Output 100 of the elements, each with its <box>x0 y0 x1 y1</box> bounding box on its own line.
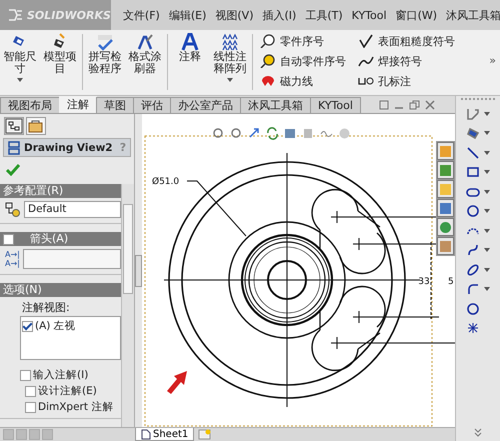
menu-item[interactable]: 沐风工具箱 <box>446 8 500 22</box>
tab[interactable]: 沐风工具箱 <box>240 97 311 113</box>
sketch-icon[interactable] <box>466 106 480 121</box>
close-icon[interactable] <box>425 100 435 110</box>
property-tab-icon[interactable] <box>26 117 46 135</box>
panel-collapse-handle[interactable] <box>135 254 142 286</box>
input-field[interactable] <box>22 249 122 269</box>
tab[interactable]: KYTool <box>310 97 361 113</box>
expand-toolbar-icon[interactable] <box>473 427 483 437</box>
section-header[interactable]: 选项(N) <box>0 283 122 297</box>
auto-balloon-icon <box>260 54 276 68</box>
caret-icon[interactable] <box>484 228 490 233</box>
configuration-dropdown[interactable]: Default <box>24 201 122 218</box>
balloon-icon <box>260 34 276 48</box>
ribbon-button[interactable]: 焊接符号 <box>357 52 456 70</box>
checkbox-label: DimXpert 注解 <box>38 400 114 414</box>
list-item[interactable]: (A) 左视 <box>35 319 76 333</box>
panel-title: Drawing View2 <box>24 142 113 154</box>
scrollbar[interactable] <box>121 184 134 427</box>
caret-icon[interactable] <box>484 268 490 272</box>
weld-symbol-icon <box>358 54 374 68</box>
ribbon-button[interactable]: 模型项目 <box>40 32 80 83</box>
caret-icon[interactable] <box>484 209 490 214</box>
drawing-view-icon <box>8 140 20 154</box>
ribbon-button[interactable]: 表面粗糙度符号 <box>357 32 456 50</box>
checkbox[interactable] <box>25 402 36 412</box>
tab[interactable]: 视图布局 <box>0 97 60 113</box>
dimension-icon[interactable] <box>466 126 480 140</box>
ok-checkmark-icon[interactable] <box>6 164 20 176</box>
section-header[interactable]: 参考配置(R) <box>0 184 122 198</box>
caret-icon[interactable] <box>484 190 490 194</box>
caret-icon[interactable] <box>17 78 23 82</box>
point-circle-icon[interactable] <box>466 302 480 316</box>
surface-finish-icon <box>358 34 374 48</box>
brush-icon <box>135 33 155 51</box>
section-header[interactable]: 箭头(A) <box>0 232 122 246</box>
spline-icon[interactable] <box>466 243 480 258</box>
checkbox[interactable] <box>20 370 31 380</box>
tab[interactable]: 草图 <box>96 97 134 113</box>
scrollbar-thumb[interactable] <box>123 204 134 294</box>
ribbon-button[interactable]: 磁力线 <box>259 72 347 90</box>
caret-icon[interactable] <box>484 170 490 174</box>
list-label: 注解视图: <box>21 300 71 316</box>
circle-icon[interactable] <box>466 204 480 218</box>
ribbon-button[interactable]: 孔标注 <box>357 72 456 90</box>
pattern-icon <box>220 33 240 51</box>
leader-line <box>186 180 247 236</box>
previous-view-icon[interactable] <box>248 127 262 140</box>
section-title: 箭头(A) <box>30 232 68 246</box>
feature-tree-tab-icon[interactable] <box>4 117 24 135</box>
tab[interactable]: 注解 <box>59 96 97 113</box>
app-logo: SOLIDWORKS <box>0 0 111 30</box>
spell-check-icon <box>95 33 115 51</box>
line-icon[interactable] <box>466 146 480 160</box>
configuration-icon <box>5 202 21 218</box>
arrow-style-icon: A→| <box>5 250 20 259</box>
sheet-icon <box>141 428 151 440</box>
rectangle-icon[interactable] <box>466 165 480 180</box>
checkbox-label: 输入注解(I) <box>33 368 88 382</box>
dimension-label: 5 <box>448 277 454 287</box>
sheet-tab[interactable]: Sheet1 <box>135 428 194 441</box>
menu-item[interactable]: KYTool <box>352 8 387 22</box>
caret-icon[interactable] <box>484 287 490 292</box>
add-sheet-icon[interactable] <box>198 429 212 440</box>
fillet-icon[interactable] <box>466 282 480 296</box>
caret-icon[interactable] <box>484 112 490 116</box>
tab[interactable]: 评估 <box>133 97 171 113</box>
dimension-label: 33 <box>418 277 430 287</box>
magnet-icon <box>260 74 276 88</box>
ribbon-button[interactable]: 格式涂刷器 <box>125 32 165 83</box>
ribbon-button[interactable]: 线性注释阵列 <box>210 32 250 83</box>
restore-icon[interactable] <box>409 100 420 110</box>
window-tile-icon[interactable] <box>379 100 389 110</box>
ribbon-button[interactable]: 零件序号 <box>259 32 347 50</box>
pointer-arrow-drawing <box>167 371 188 394</box>
diameter-label: Ø51.0 <box>152 177 180 187</box>
menu-item[interactable]: 编辑(E) <box>168 8 206 22</box>
ribbon-button[interactable]: 注释 <box>170 32 210 83</box>
caret-icon[interactable] <box>484 150 490 155</box>
point-icon[interactable] <box>466 321 480 336</box>
checkbox[interactable] <box>22 320 33 332</box>
ribbon-button[interactable]: 自动零件序号 <box>259 52 347 70</box>
caret-icon[interactable] <box>227 78 233 82</box>
more-button[interactable]: » <box>489 54 496 67</box>
menu-item[interactable]: 窗口(W) <box>396 8 438 22</box>
menu-item[interactable]: 视图(V) <box>215 8 254 22</box>
caret-icon[interactable] <box>484 248 490 252</box>
menu-item[interactable]: 工具(T) <box>305 8 343 22</box>
checkbox[interactable] <box>25 386 36 396</box>
tab[interactable]: 办公室产品 <box>170 97 241 113</box>
menu-item[interactable]: 插入(I) <box>262 8 296 22</box>
checkbox[interactable] <box>3 234 14 244</box>
ribbon-button[interactable]: 拼写检验程序 <box>85 32 125 83</box>
caret-icon[interactable] <box>484 131 490 136</box>
rotate-icon[interactable] <box>266 127 280 140</box>
menu-item[interactable]: 文件(F) <box>122 8 160 22</box>
ellipse-icon[interactable] <box>466 262 480 277</box>
arrow-style-icon: A→| <box>5 259 20 268</box>
note-icon <box>180 33 200 51</box>
ribbon-button[interactable]: 智能尺寸 <box>0 32 40 83</box>
